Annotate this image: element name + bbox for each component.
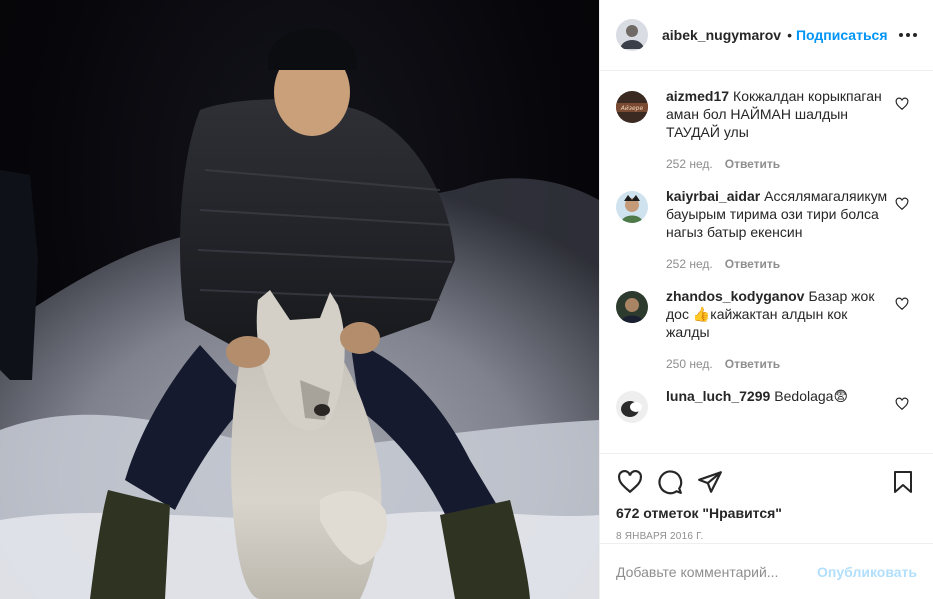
share-icon [698,471,722,493]
comment-item: Айзере aizmed17 Кокжалдан корыкпаган аман… [616,87,917,171]
comment-avatar[interactable] [616,391,648,423]
svg-text:Айзере: Айзере [620,105,644,112]
author-username[interactable]: aibek_nugymarov [662,27,781,43]
more-options-icon[interactable] [893,27,917,43]
comment-text: Bedolaga😨 [774,388,849,404]
save-button[interactable] [889,468,917,496]
share-button[interactable] [696,468,724,496]
user-avatar-icon [616,191,648,223]
comment-heart-icon[interactable] [895,197,909,211]
likes-count[interactable]: 672 отметок "Нравится" [616,505,917,521]
reply-button[interactable]: Ответить [725,257,780,271]
comment-avatar[interactable]: Айзере [616,91,648,123]
post-actions: 672 отметок "Нравится" 8 января 2016 г. [600,453,933,543]
comment-username[interactable]: aizmed17 [666,88,729,104]
publish-button[interactable]: Опубликовать [817,564,917,580]
comment-heart-icon[interactable] [895,297,909,311]
user-avatar-icon: Айзере [616,91,648,123]
comment-time[interactable]: 252 нед. [666,157,713,171]
comment-item: zhandos_kodyganov Базар жок дос 👍кайжакта… [616,287,917,371]
comment-input[interactable] [616,563,818,580]
comment-button[interactable] [656,468,684,496]
comment-username[interactable]: luna_luch_7299 [666,388,770,404]
comment-avatar[interactable] [616,291,648,323]
follow-button[interactable]: Подписаться [796,27,888,43]
reply-button[interactable]: Ответить [725,157,780,171]
reply-button[interactable]: Ответить [725,357,780,371]
comment-time[interactable]: 252 нед. [666,257,713,271]
post-header: aibek_nugymarov • Подписаться [600,0,933,71]
post-side-panel: aibek_nugymarov • Подписаться Айзере aiz… [599,0,933,599]
comment-item: kaiyrbai_aidar Ассялямагаляикум бауырым т… [616,187,917,271]
instagram-post-modal: aibek_nugymarov • Подписаться Айзере aiz… [0,0,933,599]
post-photo[interactable] [0,0,599,599]
author-avatar[interactable] [616,19,648,51]
post-date[interactable]: 8 января 2016 г. [616,531,917,542]
comment-avatar[interactable] [616,191,648,223]
header-separator: • [787,27,792,43]
bookmark-icon [894,471,912,493]
user-avatar-icon [616,391,648,423]
user-avatar-icon [616,19,648,51]
comment-username[interactable]: kaiyrbai_aidar [666,188,760,204]
add-comment-bar: Опубликовать [600,543,933,599]
heart-icon [618,469,642,494]
comments-list[interactable]: Айзере aizmed17 Кокжалдан корыкпаган аман… [600,71,933,453]
comment-heart-icon[interactable] [895,97,909,111]
like-button[interactable] [616,468,644,496]
comment-heart-icon[interactable] [895,397,909,411]
photo-illustration [0,28,599,599]
comment-time[interactable]: 250 нед. [666,357,713,371]
comment-username[interactable]: zhandos_kodyganov [666,288,804,304]
comment-icon [658,470,683,495]
comment-item: luna_luch_7299 Bedolaga😨 [616,387,917,423]
user-avatar-icon [616,291,648,323]
